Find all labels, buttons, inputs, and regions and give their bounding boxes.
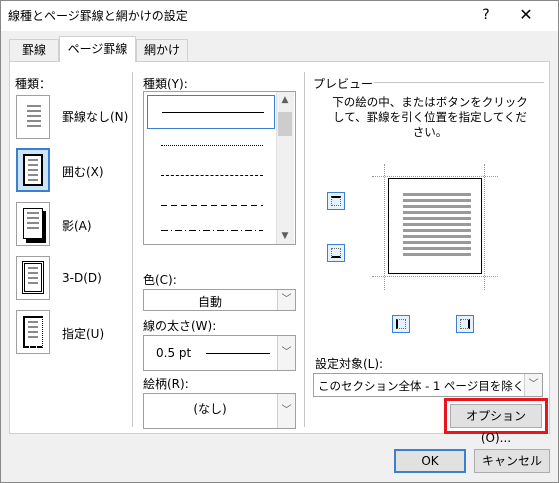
apply-to-value: このセクション全体 - 1 ページ目を除く — [318, 379, 525, 393]
close-button[interactable]: ✕ — [514, 4, 538, 28]
width-preview-line — [206, 353, 270, 354]
border-3d-icon[interactable] — [16, 256, 50, 300]
color-value: 自動 — [197, 295, 222, 309]
line-style-dashed-small[interactable] — [147, 159, 275, 193]
preview-page — [388, 178, 482, 274]
preview-instruction: 下の絵の中、またはボタンをクリックして、罫線を引く位置を指定してください。 — [332, 95, 528, 139]
width-value: 0.5 pt — [156, 346, 192, 360]
preview-rule — [374, 82, 544, 83]
border-box-icon[interactable] — [16, 148, 50, 192]
preview-area[interactable] — [372, 164, 498, 290]
divider — [304, 72, 305, 427]
line-style-dotted[interactable] — [147, 129, 275, 163]
help-button[interactable]: ? — [474, 4, 498, 28]
chevron-down-icon: ﹀ — [277, 336, 295, 370]
chevron-down-icon: ﹀ — [524, 374, 542, 396]
preview-label: プレビュー — [313, 77, 374, 91]
color-label: 色(C): — [143, 273, 177, 287]
top-border-button[interactable] — [327, 192, 345, 210]
border-shadow-icon[interactable] — [16, 202, 50, 246]
setting-3d-label[interactable]: 3-D(D) — [62, 271, 102, 285]
dialog-title: 線種とページ罫線と網かけの設定 — [8, 9, 188, 23]
apply-to-select[interactable]: このセクション全体 - 1 ページ目を除く ﹀ — [313, 373, 543, 397]
style-list[interactable] — [143, 91, 296, 245]
scroll-thumb[interactable] — [278, 112, 292, 136]
border-custom-icon[interactable] — [16, 310, 50, 354]
style-label: 種類(Y): — [143, 77, 188, 91]
cancel-button[interactable]: キャンセル — [474, 449, 550, 473]
setting-shadow-label[interactable]: 影(A) — [62, 217, 92, 234]
tab-borders[interactable]: 罫線 — [9, 39, 59, 61]
scroll-down-icon[interactable]: ▼ — [276, 228, 294, 244]
right-border-button[interactable] — [456, 315, 474, 333]
left-border-button[interactable] — [392, 315, 410, 333]
width-select[interactable]: 0.5 pt ﹀ — [143, 335, 296, 371]
chevron-down-icon: ﹀ — [277, 394, 295, 428]
chevron-down-icon: ﹀ — [277, 290, 295, 310]
setting-box-label[interactable]: 囲む(X) — [62, 163, 104, 180]
width-label: 線の太さ(W): — [143, 319, 217, 333]
line-style-solid[interactable] — [147, 95, 275, 129]
border-none-icon[interactable] — [16, 95, 50, 139]
ok-button[interactable]: OK — [394, 449, 466, 473]
divider — [132, 72, 133, 427]
art-label: 絵柄(R): — [143, 377, 189, 391]
scroll-up-icon[interactable]: ▲ — [276, 92, 294, 108]
options-button[interactable]: オプション(O)... — [450, 404, 542, 445]
settings-label: 種類： — [15, 77, 52, 91]
tab-shading[interactable]: 網かけ — [136, 39, 188, 61]
bottom-border-button[interactable] — [327, 244, 345, 262]
art-select[interactable]: (なし) ﹀ — [143, 393, 296, 429]
apply-to-label: 設定対象(L): — [315, 357, 384, 371]
line-style-dash-dot[interactable] — [147, 216, 275, 250]
setting-custom-label[interactable]: 指定(U) — [62, 325, 104, 342]
setting-none-label[interactable]: 罫線なし(N) — [62, 108, 128, 125]
color-select[interactable]: 自動 ﹀ — [143, 289, 296, 311]
art-value: (なし) — [193, 402, 227, 416]
tab-page-border[interactable]: ページ罫線 — [59, 36, 136, 62]
